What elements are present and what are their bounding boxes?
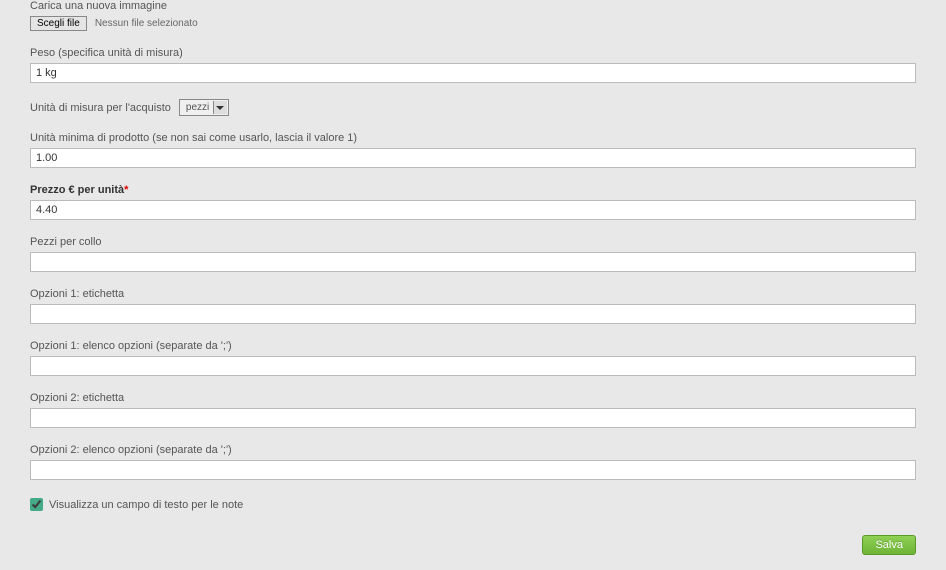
prezzo-label: Prezzo € per unità* [30, 184, 916, 196]
peso-input[interactable] [30, 63, 916, 83]
prezzo-input[interactable] [30, 200, 916, 220]
opzioni1-elenco-label: Opzioni 1: elenco opzioni (separate da '… [30, 340, 916, 352]
save-button[interactable]: Salva [862, 535, 916, 555]
opzioni2-elenco-input[interactable] [30, 460, 916, 480]
upload-label: Carica una nuova immagine [30, 0, 916, 12]
chevron-down-icon [213, 101, 227, 114]
required-asterisk: * [124, 184, 128, 196]
note-checkbox-label: Visualizza un campo di testo per le note [49, 499, 243, 511]
opzioni2-elenco-label: Opzioni 2: elenco opzioni (separate da '… [30, 444, 916, 456]
pezzi-collo-input[interactable] [30, 252, 916, 272]
pezzi-collo-label: Pezzi per collo [30, 236, 916, 248]
opzioni2-etichetta-label: Opzioni 2: etichetta [30, 392, 916, 404]
note-checkbox[interactable] [30, 498, 43, 511]
opzioni1-etichetta-label: Opzioni 1: etichetta [30, 288, 916, 300]
unita-misura-label: Unità di misura per l'acquisto [30, 102, 171, 114]
file-status: Nessun file selezionato [95, 18, 198, 29]
opzioni1-elenco-input[interactable] [30, 356, 916, 376]
opzioni2-etichetta-input[interactable] [30, 408, 916, 428]
choose-file-button[interactable]: Scegli file [30, 16, 87, 31]
unita-minima-label: Unità minima di prodotto (se non sai com… [30, 132, 916, 144]
peso-label: Peso (specifica unità di misura) [30, 47, 916, 59]
unita-misura-select[interactable]: pezzi [179, 99, 229, 116]
opzioni1-etichetta-input[interactable] [30, 304, 916, 324]
unita-minima-input[interactable] [30, 148, 916, 168]
